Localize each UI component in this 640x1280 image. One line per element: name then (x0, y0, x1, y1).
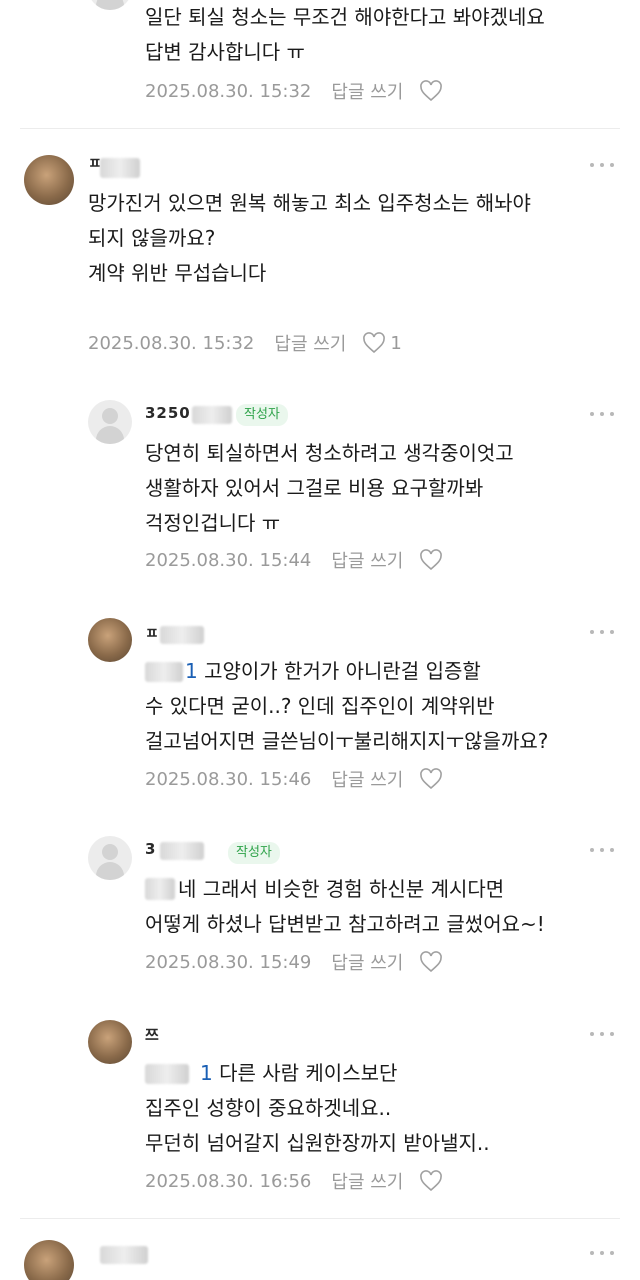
reply-button[interactable]: 답글 쓰기 (331, 766, 403, 792)
comment-text-line: 일단 퇴실 청소는 무조건 해야한다고 봐야겠네요 (145, 5, 545, 29)
nickname-redaction (100, 1246, 148, 1264)
author-badge: 작성자 (228, 842, 280, 864)
reply-button[interactable]: 답글 쓰기 (331, 1168, 403, 1194)
mention-redaction (145, 1064, 189, 1084)
comment-meta: 2025.08.30. 16:56 답글 쓰기 (145, 1168, 443, 1194)
nickname-redaction (160, 626, 204, 644)
comment-meta: 2025.08.30. 15:46 답글 쓰기 (145, 766, 443, 792)
comment-date: 2025.08.30. 15:44 (145, 549, 312, 571)
comment-text-line: 되지 않을까요? (88, 226, 216, 250)
mention-redaction (145, 662, 183, 682)
reply-button[interactable]: 답글 쓰기 (331, 78, 403, 104)
heart-icon[interactable] (419, 549, 443, 571)
more-options-icon[interactable] (590, 847, 614, 853)
divider (20, 1218, 620, 1219)
comment-nickname[interactable]: ㅍ (145, 622, 160, 643)
nickname-redaction (160, 842, 204, 860)
comment-text-line: 계약 위반 무섭습니다 (88, 261, 267, 285)
comment-nickname[interactable]: 3250 (145, 404, 191, 422)
divider (20, 128, 620, 129)
comment-text-line: 1 다른 사람 케이스보단 (200, 1061, 398, 1085)
more-options-icon[interactable] (590, 1031, 614, 1037)
like-count: 1 (390, 332, 402, 354)
comment-text-line: 당연히 퇴실하면서 청소하려고 생각중이엇고 (145, 441, 514, 465)
comment-date: 2025.08.30. 15:49 (145, 951, 312, 973)
more-options-icon[interactable] (590, 629, 614, 635)
comment-text-line: 걸고넘어지면 글쓴님이ㅜ불리해지지ㅜ않을까요? (145, 729, 549, 753)
nickname-redaction (192, 406, 232, 424)
heart-icon[interactable] (362, 332, 386, 354)
nickname-redaction (100, 158, 140, 178)
comment-meta: 2025.08.30. 15:44 답글 쓰기 (145, 547, 443, 573)
comment-text-line: 어떻게 하셨나 답변받고 참고하려고 글썼어요~! (145, 912, 545, 936)
reply-button[interactable]: 답글 쓰기 (274, 330, 346, 356)
comment-meta: 2025.08.30. 15:32 답글 쓰기 1 (88, 330, 402, 356)
comment-text-line: 수 있다면 굳이..? 인데 집주인이 계약위반 (145, 694, 495, 718)
reply-button[interactable]: 답글 쓰기 (331, 547, 403, 573)
mention-link[interactable]: 1 (185, 659, 198, 683)
more-options-icon[interactable] (590, 1250, 614, 1256)
comment-date: 2025.08.30. 15:32 (145, 80, 312, 102)
avatar[interactable] (88, 400, 132, 444)
comment-text-line: 망가진거 있으면 원복 해놓고 최소 입주청소는 해놔야 (88, 191, 531, 215)
comment-text-line: 집주인 성향이 중요하겟네요.. (145, 1096, 392, 1120)
comment-nickname[interactable]: 쯔 (145, 1024, 160, 1045)
mention-redaction (145, 878, 175, 900)
more-options-icon[interactable] (590, 162, 614, 168)
comment-date: 2025.08.30. 15:46 (145, 768, 312, 790)
comment-meta: 2025.08.30. 15:49 답글 쓰기 (145, 949, 443, 975)
comment-text-line: 걱정인겁니다 ㅠ (145, 511, 281, 535)
reply-button[interactable]: 답글 쓰기 (331, 949, 403, 975)
heart-icon[interactable] (419, 951, 443, 973)
author-badge: 작성자 (236, 404, 288, 426)
comment-date: 2025.08.30. 15:32 (88, 332, 255, 354)
more-options-icon[interactable] (590, 411, 614, 417)
heart-icon[interactable] (419, 80, 443, 102)
heart-icon[interactable] (419, 1170, 443, 1192)
comment-text-line: 무던히 넘어갈지 십원한장까지 받아낼지.. (145, 1131, 490, 1155)
comment-nickname[interactable]: 3 (145, 840, 156, 858)
heart-icon[interactable] (419, 768, 443, 790)
avatar[interactable] (88, 1020, 132, 1064)
comment-meta: 2025.08.30. 15:32 답글 쓰기 (145, 78, 443, 104)
avatar[interactable] (24, 1240, 74, 1280)
avatar[interactable] (88, 0, 132, 10)
comment-text-line: 생활하자 있어서 그걸로 비용 요구할까봐 (145, 476, 484, 500)
comment-text-line: 답변 감사합니다 ㅠ (145, 40, 305, 64)
avatar[interactable] (24, 155, 74, 205)
avatar[interactable] (88, 618, 132, 662)
comment-text-line: 1 고양이가 한거가 아니란걸 입증할 (185, 659, 481, 683)
comment-date: 2025.08.30. 16:56 (145, 1170, 312, 1192)
comment-text-line: 네 그래서 비슷한 경험 하신분 계시다면 (178, 877, 505, 901)
avatar[interactable] (88, 836, 132, 880)
mention-link[interactable]: 1 (200, 1061, 213, 1085)
